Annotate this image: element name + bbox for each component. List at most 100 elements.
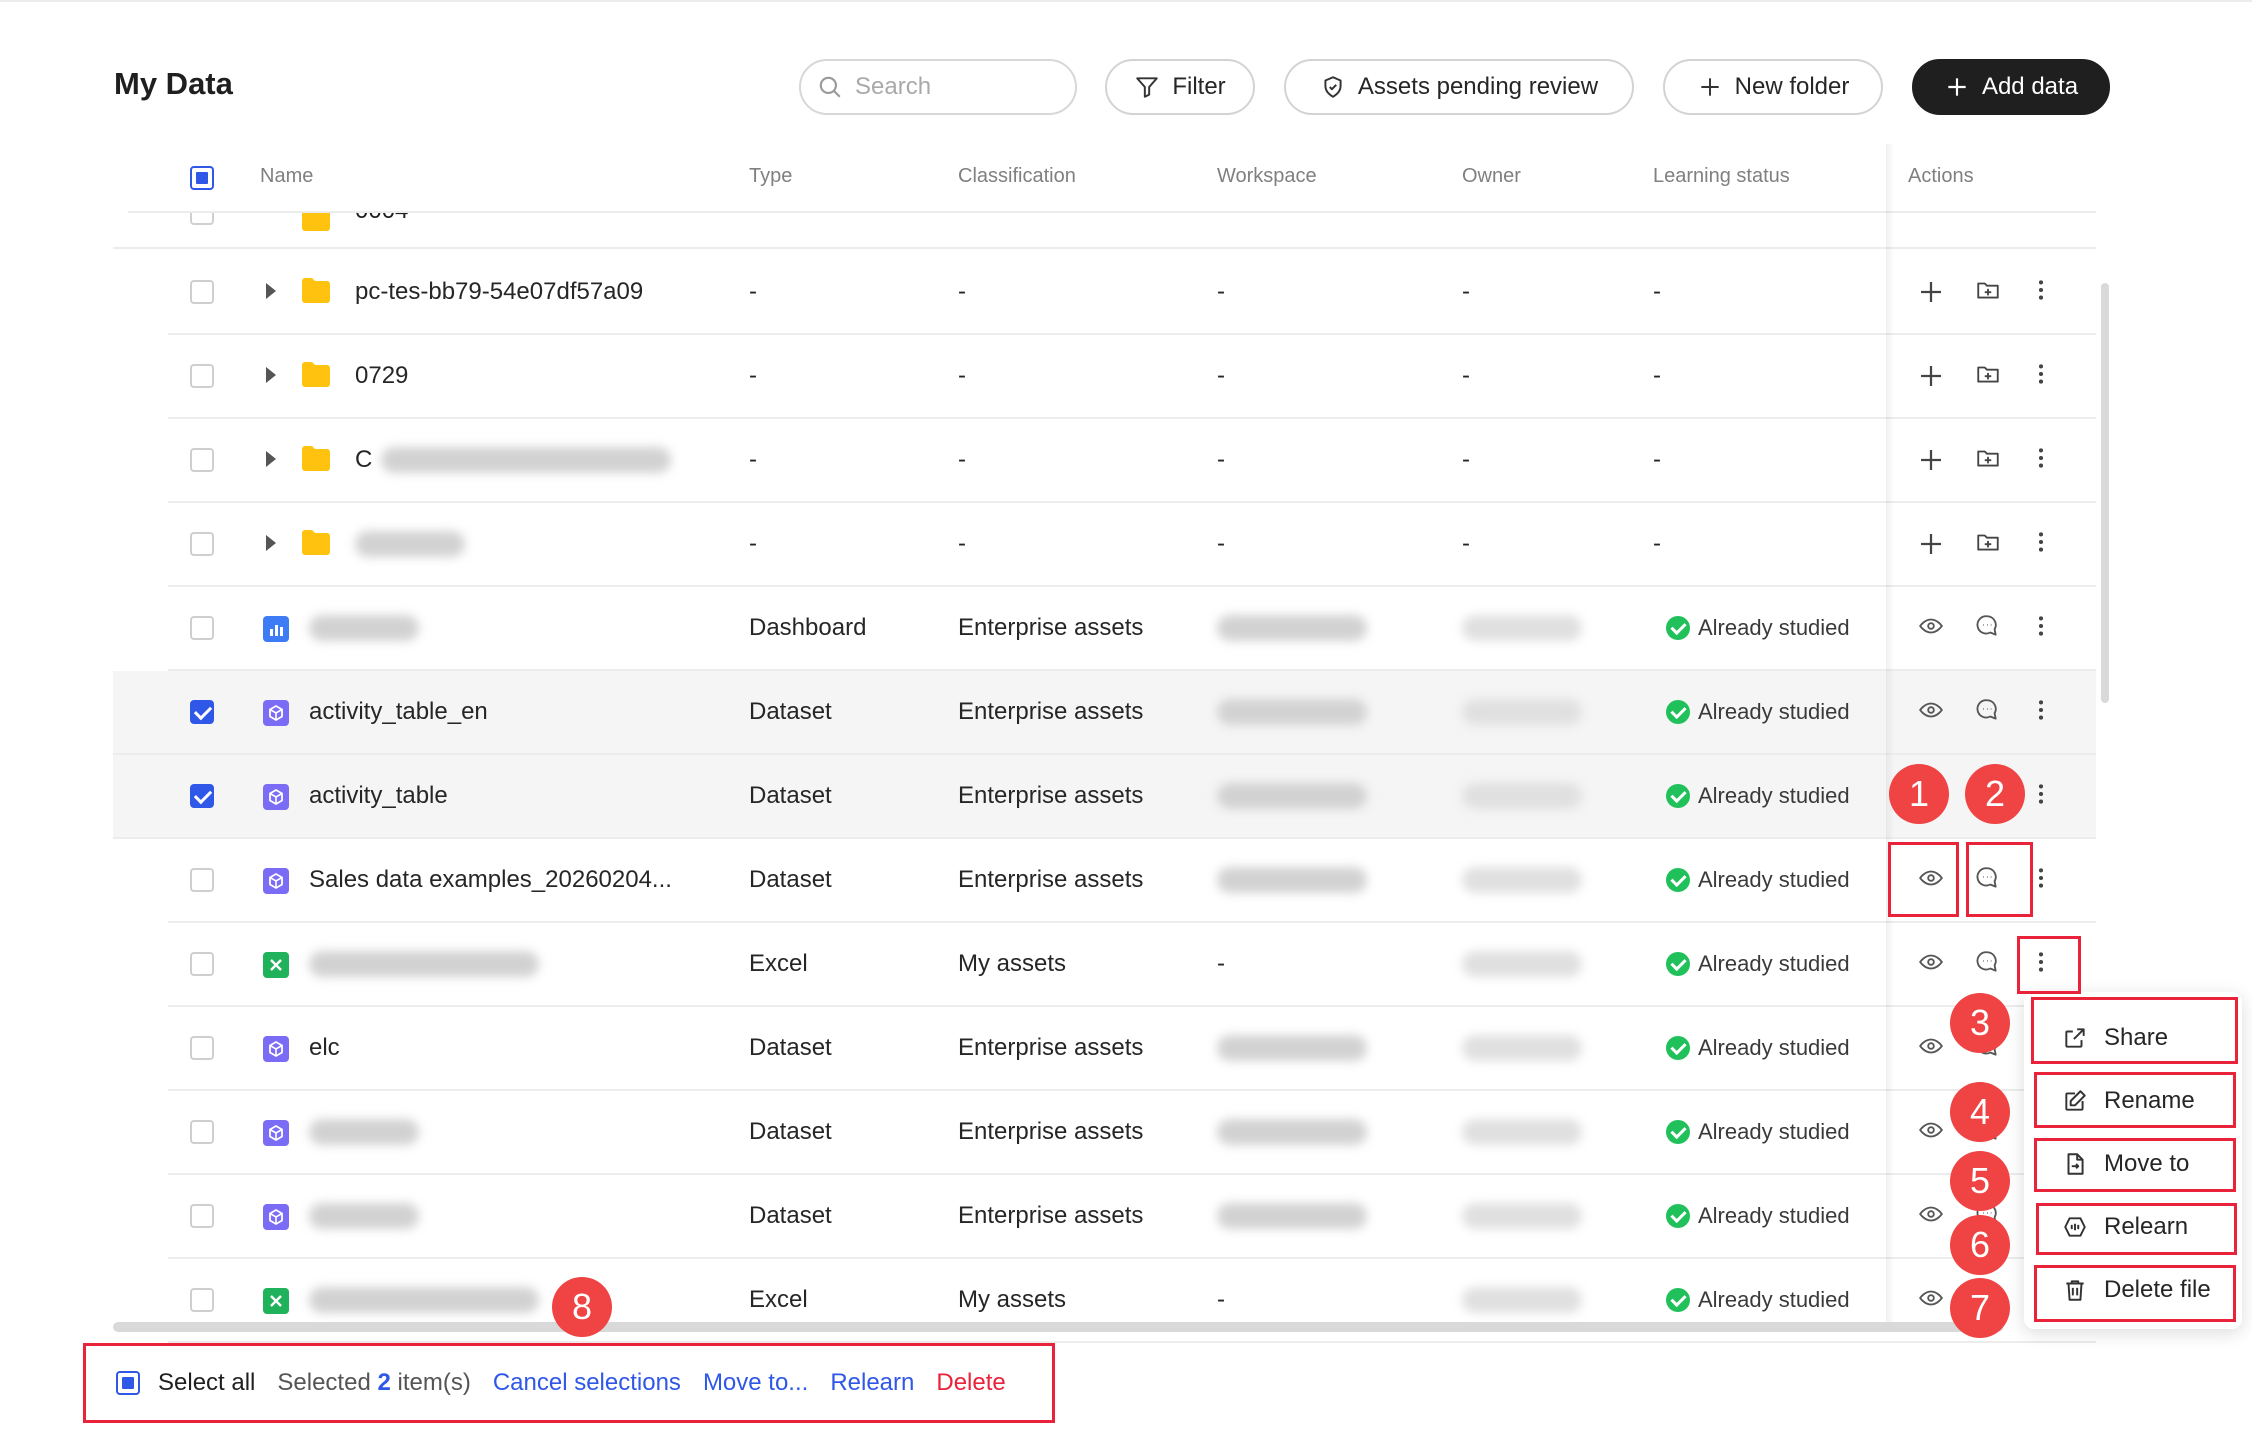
row-checkbox[interactable] bbox=[190, 1204, 214, 1228]
more-actions-icon[interactable] bbox=[2028, 445, 2058, 475]
table-row[interactable]: pc-tes-bb79-54e07df57a09 - - - - - bbox=[168, 251, 2096, 335]
expand-caret-icon[interactable] bbox=[266, 535, 276, 551]
row-checkbox[interactable] bbox=[190, 1288, 214, 1312]
table-row[interactable]: Dashboard Enterprise assets Already studie… bbox=[168, 587, 2096, 671]
row-checkbox[interactable] bbox=[190, 448, 214, 472]
preview-eye-icon[interactable] bbox=[1918, 1201, 1948, 1231]
table-row[interactable]: ----- bbox=[168, 503, 2096, 587]
cancel-selections-link[interactable]: Cancel selections bbox=[493, 1369, 681, 1397]
more-actions-icon[interactable] bbox=[2028, 361, 2058, 391]
row-type: Dataset bbox=[749, 1202, 832, 1229]
table-row[interactable]: Excel My assets - Already studied bbox=[168, 923, 2096, 1007]
header-select-all-checkbox[interactable] bbox=[190, 166, 214, 190]
add-data-button[interactable]: Add data bbox=[1912, 59, 2110, 115]
folder-plus-icon[interactable] bbox=[1975, 529, 2005, 559]
row-owner: - bbox=[1462, 278, 1470, 305]
row-checkbox[interactable] bbox=[190, 952, 214, 976]
row-name[interactable]: activity_table bbox=[309, 755, 448, 837]
annotation-badge-6: 6 bbox=[1950, 1215, 2010, 1275]
row-type: Dataset bbox=[749, 866, 832, 893]
folder-icon bbox=[301, 277, 331, 303]
row-checkbox[interactable] bbox=[190, 616, 214, 640]
actions-column-shadow bbox=[1886, 144, 1894, 1330]
row-name[interactable]: C bbox=[355, 419, 372, 501]
table-row-partial[interactable]: 0004 bbox=[113, 213, 2096, 249]
add-icon[interactable] bbox=[1916, 445, 1946, 475]
chat-icon[interactable] bbox=[1974, 697, 2004, 727]
add-icon[interactable] bbox=[1916, 277, 1946, 307]
row-workspace: - bbox=[1217, 950, 1225, 977]
select-all-checkbox[interactable] bbox=[116, 1371, 140, 1395]
row-checkbox[interactable] bbox=[190, 1120, 214, 1144]
row-type: - bbox=[749, 446, 757, 473]
table-row[interactable]: activity_table_en Dataset Enterprise asset… bbox=[113, 671, 2096, 755]
row-learning-status: - bbox=[1653, 530, 1661, 557]
row-name[interactable]: activity_table_en bbox=[309, 671, 488, 753]
move-to-link[interactable]: Move to... bbox=[703, 1369, 808, 1397]
row-classification: Enterprise assets bbox=[958, 698, 1144, 725]
delete-link[interactable]: Delete bbox=[936, 1369, 1005, 1397]
table-row[interactable]: Dataset Enterprise assets Already studied bbox=[168, 1091, 2096, 1175]
folder-plus-icon[interactable] bbox=[1975, 445, 2005, 475]
filter-button[interactable]: Filter bbox=[1105, 59, 1255, 115]
table-row[interactable]: Sales data examples_20260204... Dataset En… bbox=[168, 839, 2096, 923]
add-icon[interactable] bbox=[1916, 361, 1946, 391]
column-header-owner[interactable]: Owner bbox=[1462, 165, 1521, 188]
row-checkbox[interactable] bbox=[190, 280, 214, 304]
column-header-workspace[interactable]: Workspace bbox=[1217, 165, 1317, 188]
row-checkbox[interactable] bbox=[190, 784, 214, 808]
expand-caret-icon[interactable] bbox=[266, 283, 276, 299]
preview-eye-icon[interactable] bbox=[1918, 1033, 1948, 1063]
preview-eye-icon[interactable] bbox=[1918, 1285, 1948, 1315]
redacted-workspace bbox=[1217, 1203, 1367, 1229]
column-header-name[interactable]: Name bbox=[260, 165, 313, 188]
row-name[interactable]: 0004 bbox=[355, 213, 408, 231]
more-actions-icon[interactable] bbox=[2028, 781, 2058, 811]
select-all-label[interactable]: Select all bbox=[158, 1369, 255, 1397]
column-header-classification[interactable]: Classification bbox=[958, 165, 1076, 188]
table-row[interactable]: C----- bbox=[168, 419, 2096, 503]
preview-eye-icon[interactable] bbox=[1918, 949, 1948, 979]
row-checkbox[interactable] bbox=[190, 868, 214, 892]
new-folder-button[interactable]: New folder bbox=[1663, 59, 1883, 115]
row-name[interactable]: elc bbox=[309, 1007, 340, 1089]
column-header-type[interactable]: Type bbox=[749, 165, 792, 188]
table-row[interactable]: Dataset Enterprise assets Already studied bbox=[168, 1175, 2096, 1259]
more-actions-icon[interactable] bbox=[2028, 529, 2058, 559]
search-input[interactable] bbox=[855, 73, 1055, 101]
expand-caret-icon[interactable] bbox=[266, 367, 276, 383]
row-name[interactable]: 0729 bbox=[355, 335, 408, 417]
more-actions-icon[interactable] bbox=[2028, 697, 2058, 727]
selected-count: 2 bbox=[377, 1369, 391, 1396]
assets-pending-review-button[interactable]: Assets pending review bbox=[1284, 59, 1634, 115]
relearn-link[interactable]: Relearn bbox=[830, 1369, 914, 1397]
row-checkbox[interactable] bbox=[190, 213, 214, 225]
folder-plus-icon[interactable] bbox=[1975, 277, 2005, 307]
add-icon[interactable] bbox=[1916, 529, 1946, 559]
search-box[interactable] bbox=[799, 59, 1077, 115]
row-checkbox[interactable] bbox=[190, 364, 214, 388]
expand-caret-icon[interactable] bbox=[266, 451, 276, 467]
table-row[interactable]: 0729 - - - - - bbox=[168, 335, 2096, 419]
folder-plus-icon[interactable] bbox=[1975, 361, 2005, 391]
table-row[interactable]: elc Dataset Enterprise assets Already studi… bbox=[168, 1007, 2096, 1091]
chat-icon[interactable] bbox=[1974, 613, 2004, 643]
row-name[interactable]: Sales data examples_20260204... bbox=[309, 839, 672, 921]
more-actions-icon[interactable] bbox=[2028, 613, 2058, 643]
column-header-learning-status[interactable]: Learning status bbox=[1653, 165, 1790, 188]
dataset-icon bbox=[263, 1204, 289, 1230]
preview-eye-icon[interactable] bbox=[1918, 613, 1948, 643]
dataset-icon bbox=[263, 784, 289, 810]
vertical-scrollbar[interactable] bbox=[2101, 283, 2109, 703]
preview-eye-icon[interactable] bbox=[1918, 697, 1948, 727]
row-name[interactable]: pc-tes-bb79-54e07df57a09 bbox=[355, 251, 643, 333]
table-row[interactable]: activity_table Dataset Enterprise assets Al… bbox=[113, 755, 2096, 839]
more-actions-icon[interactable] bbox=[2028, 277, 2058, 307]
preview-eye-icon[interactable] bbox=[1918, 1117, 1948, 1147]
row-checkbox[interactable] bbox=[190, 1036, 214, 1060]
annotation-box-share bbox=[2031, 997, 2238, 1064]
row-checkbox[interactable] bbox=[190, 532, 214, 556]
horizontal-scrollbar[interactable] bbox=[113, 1322, 2003, 1332]
row-checkbox[interactable] bbox=[190, 700, 214, 724]
chat-icon[interactable] bbox=[1974, 949, 2004, 979]
